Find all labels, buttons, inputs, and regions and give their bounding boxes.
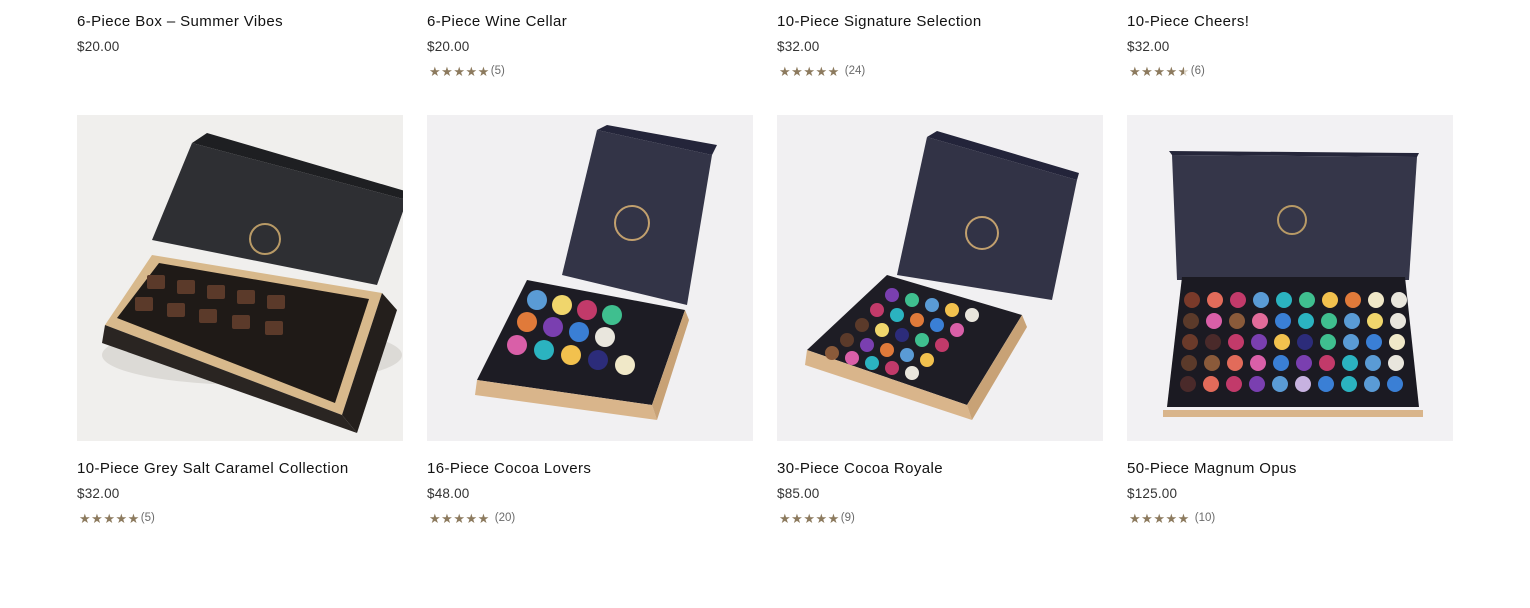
rating-count: (5)	[490, 65, 505, 77]
rating-stars: ★ ★ ★ ★ ★	[779, 512, 840, 525]
chocolate-box-image	[427, 115, 753, 441]
star-icon: ★	[465, 63, 478, 79]
star-icon: ★	[1165, 510, 1178, 526]
chocolate-box-image	[777, 115, 1103, 441]
rating-stars: ★ ★ ★ ★ ★	[779, 65, 840, 78]
product-price: $48.00	[427, 486, 470, 501]
product-grid-top: 6-Piece Box – Summer Vibes $20.00 6-Piec…	[77, 0, 1453, 100]
product-rating: ★ ★ ★ ★ ★ (20)	[429, 510, 515, 526]
star-icon: ★	[453, 63, 465, 79]
star-icon: ★	[1129, 510, 1141, 526]
product-rating: ★ ★ ★ ★ ★ (9)	[779, 510, 855, 526]
product-image[interactable]	[777, 115, 1103, 441]
product-price: $125.00	[1127, 486, 1178, 501]
rating-count: (6)	[1190, 65, 1205, 77]
star-icon: ★	[91, 510, 103, 526]
star-icon: ★	[803, 63, 815, 79]
product-card[interactable]: 6-Piece Wine Cellar $20.00 ★ ★ ★ ★ ★ (5)	[427, 0, 753, 100]
star-icon: ★	[465, 510, 478, 526]
star-icon: ★	[779, 63, 791, 79]
star-icon: ★	[815, 63, 828, 79]
star-icon: ★	[429, 63, 441, 79]
product-price: $20.00	[77, 39, 120, 54]
product-price: $85.00	[777, 486, 820, 501]
product-image[interactable]	[77, 115, 403, 441]
star-icon: ★	[79, 510, 91, 526]
star-icon: ★	[477, 510, 490, 526]
product-image[interactable]	[427, 115, 753, 441]
product-price: $20.00	[427, 39, 470, 54]
product-rating: ★ ★ ★ ★ ★ (24)	[779, 63, 865, 79]
product-grid-bottom: 10-Piece Grey Salt Caramel Collection $3…	[77, 115, 1453, 525]
star-icon: ★	[441, 63, 453, 79]
star-icon: ★	[1165, 63, 1178, 79]
product-rating: ★ ★ ★ ★ ★ (5)	[79, 510, 155, 526]
star-icon: ★	[791, 510, 803, 526]
product-title[interactable]: 6-Piece Wine Cellar	[427, 13, 567, 30]
star-icon: ★	[779, 510, 791, 526]
product-title[interactable]: 6-Piece Box – Summer Vibes	[77, 13, 283, 30]
product-rating: ★ ★ ★ ★ ★ (10)	[1129, 510, 1215, 526]
product-card[interactable]: 10-Piece Grey Salt Caramel Collection $3…	[77, 115, 403, 525]
star-icon: ★	[1141, 63, 1153, 79]
product-card[interactable]: 10-Piece Signature Selection $32.00 ★ ★ ★ ★…	[777, 0, 1103, 100]
rating-count: (20)	[494, 512, 516, 524]
star-icon: ★	[827, 510, 840, 526]
product-card[interactable]: 6-Piece Box – Summer Vibes $20.00	[77, 0, 403, 100]
star-icon: ★	[453, 510, 465, 526]
product-title[interactable]: 16-Piece Cocoa Lovers	[427, 460, 591, 477]
rating-stars: ★ ★ ★ ★ ★	[1129, 65, 1190, 78]
rating-stars: ★ ★ ★ ★ ★	[429, 65, 490, 78]
star-icon: ★	[127, 510, 140, 526]
chocolate-box-image	[1127, 115, 1453, 441]
star-icon: ★	[441, 510, 453, 526]
star-icon: ★	[803, 510, 815, 526]
rating-count: (9)	[840, 512, 855, 524]
product-title[interactable]: 10-Piece Cheers!	[1127, 13, 1249, 30]
star-icon: ★	[429, 510, 441, 526]
product-title[interactable]: 10-Piece Signature Selection	[777, 13, 982, 30]
star-icon: ★	[103, 510, 115, 526]
rating-stars: ★ ★ ★ ★ ★	[1129, 512, 1190, 525]
rating-count: (24)	[844, 65, 866, 77]
star-icon: ★	[815, 510, 828, 526]
rating-stars: ★ ★ ★ ★ ★	[429, 512, 490, 525]
star-icon: ★	[1177, 510, 1190, 526]
rating-count: (10)	[1194, 512, 1216, 524]
product-title[interactable]: 10-Piece Grey Salt Caramel Collection	[77, 460, 349, 477]
product-title[interactable]: 50-Piece Magnum Opus	[1127, 460, 1297, 477]
product-image[interactable]	[1127, 115, 1453, 441]
product-card[interactable]: 30-Piece Cocoa Royale $85.00 ★ ★ ★ ★ ★ (9)	[777, 115, 1103, 525]
product-card[interactable]: 10-Piece Cheers! $32.00 ★ ★ ★ ★ ★ (6)	[1127, 0, 1453, 100]
product-price: $32.00	[1127, 39, 1170, 54]
product-title[interactable]: 30-Piece Cocoa Royale	[777, 460, 943, 477]
product-price: $32.00	[777, 39, 820, 54]
product-rating: ★ ★ ★ ★ ★ (5)	[429, 63, 505, 79]
product-rating: ★ ★ ★ ★ ★ (6)	[1129, 63, 1205, 79]
star-icon: ★	[827, 63, 840, 79]
star-icon: ★	[1141, 510, 1153, 526]
star-icon: ★	[791, 63, 803, 79]
star-icon: ★	[1129, 63, 1141, 79]
product-card[interactable]: 50-Piece Magnum Opus $125.00 ★ ★ ★ ★ ★ (10)	[1127, 115, 1453, 525]
star-icon: ★	[115, 510, 128, 526]
star-icon: ★	[1153, 510, 1165, 526]
star-half-icon: ★	[1177, 63, 1190, 79]
rating-count: (5)	[140, 512, 155, 524]
chocolate-box-image	[77, 115, 403, 441]
rating-stars: ★ ★ ★ ★ ★	[79, 512, 140, 525]
star-icon: ★	[1153, 63, 1165, 79]
star-icon: ★	[477, 63, 490, 79]
product-card[interactable]: 16-Piece Cocoa Lovers $48.00 ★ ★ ★ ★ ★ (20)	[427, 115, 753, 525]
product-price: $32.00	[77, 486, 120, 501]
